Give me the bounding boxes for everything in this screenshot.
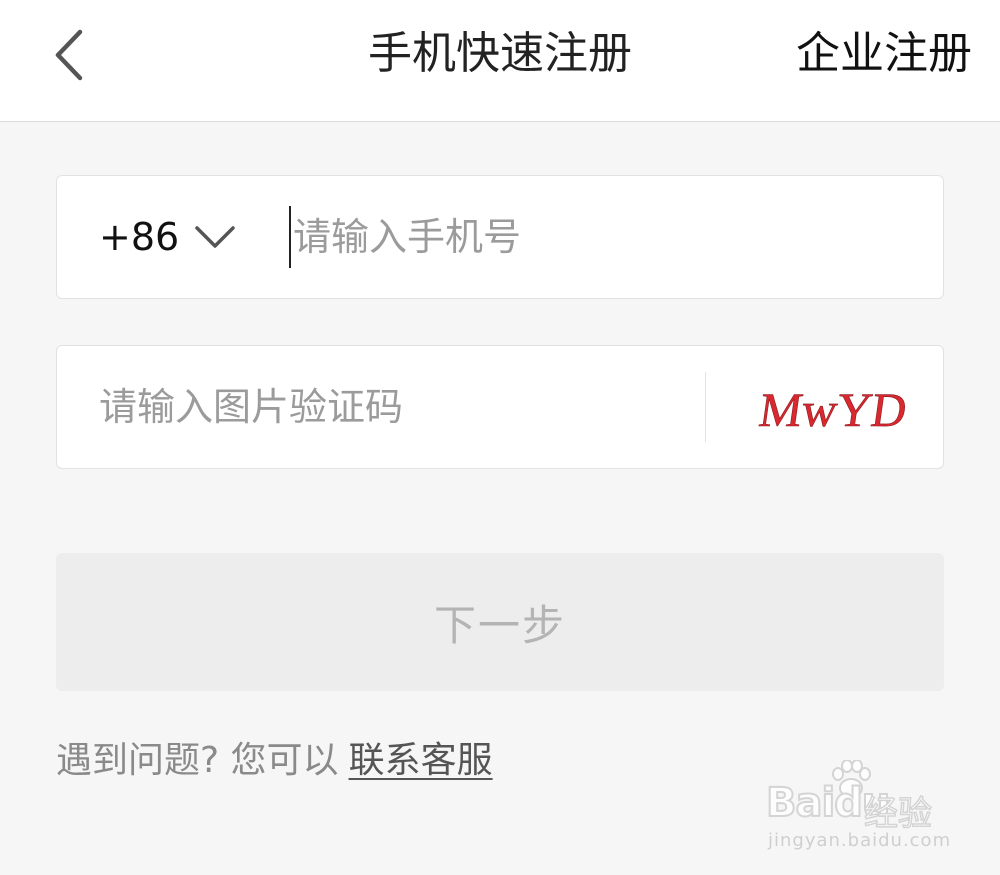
phone-field-card: +86 — [56, 175, 944, 299]
help-text: 遇到问题? 您可以 — [56, 740, 339, 781]
watermark-suffix: 经验 — [863, 793, 933, 835]
captcha-field-card: MwYD — [56, 345, 944, 469]
captcha-input[interactable] — [99, 376, 699, 438]
enterprise-register-link[interactable]: 企业注册 — [796, 26, 972, 82]
chevron-left-icon — [55, 29, 83, 81]
watermark: Baidu 经验 jingyan.baidu.com — [760, 760, 960, 860]
divider — [705, 372, 706, 442]
captcha-image[interactable]: MwYD — [725, 368, 937, 448]
captcha-text: MwYD — [756, 384, 910, 437]
contact-support-link[interactable]: 联系客服 — [349, 740, 493, 781]
help-row: 遇到问题? 您可以 联系客服 — [56, 736, 493, 786]
next-step-button[interactable]: 下一步 — [56, 553, 944, 691]
country-code-value: +86 — [99, 215, 180, 259]
page-title: 手机快速注册 — [368, 28, 632, 79]
back-button[interactable] — [40, 20, 100, 90]
country-code-select[interactable]: +86 — [57, 176, 277, 298]
chevron-down-icon — [195, 226, 235, 248]
text-cursor — [289, 206, 291, 268]
phone-input[interactable] — [293, 206, 913, 268]
top-bar: 手机快速注册 企业注册 — [0, 0, 1000, 122]
watermark-url: jingyan.baidu.com — [768, 830, 952, 851]
